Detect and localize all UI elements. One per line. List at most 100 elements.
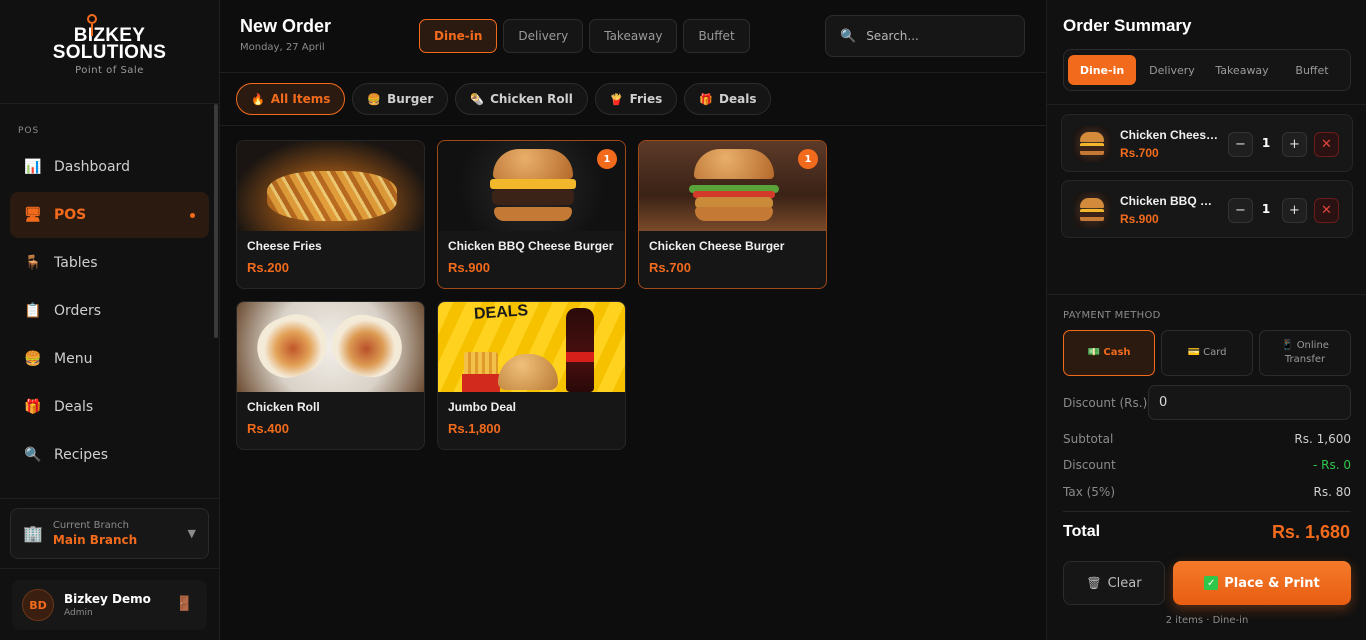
payment-card-button[interactable]: 💳 Card: [1161, 330, 1253, 376]
chevron-down-icon: ▼: [187, 527, 196, 540]
tax-value: Rs. 80: [1313, 485, 1352, 499]
place-and-print-button[interactable]: ✓ Place & Print: [1173, 561, 1351, 605]
product-price: Rs.400: [247, 421, 289, 436]
sidebar-scrollbar[interactable]: [214, 104, 218, 338]
burger-icon: 🍔: [24, 351, 42, 367]
trash-icon: 🗑: [1086, 576, 1102, 590]
product-image: DEALS: [438, 302, 625, 392]
sidebar: BIZKEY SOLUTIONS Point of Sale POS 📊 Das…: [0, 0, 220, 640]
category-fries[interactable]: 🍟 Fries: [594, 83, 678, 115]
tab-delivery[interactable]: Delivery: [503, 19, 584, 53]
sidebar-item-dashboard[interactable]: 📊 Dashboard: [10, 144, 209, 190]
search-input[interactable]: [866, 29, 1007, 43]
tab-dine-in[interactable]: Dine-in: [1068, 55, 1136, 85]
tab-buffet[interactable]: Buffet: [683, 19, 750, 53]
divider: [1047, 104, 1366, 105]
sidebar-item-label: POS: [54, 207, 87, 223]
product-name: Jumbo Deal: [448, 400, 517, 414]
product-image: [237, 302, 424, 392]
logo-wordmark: BIZKEY SOLUTIONS: [53, 14, 167, 62]
avatar: BD: [22, 589, 54, 621]
payment-method-label: PAYMENT METHOD: [1063, 310, 1161, 321]
tab-dine-in[interactable]: Dine-in: [419, 19, 498, 53]
category-chicken-roll[interactable]: 🌯 Chicken Roll: [455, 83, 588, 115]
nav-section-label: POS: [18, 126, 40, 136]
order-item-quantity: 1: [1261, 136, 1271, 150]
branch-value: Main Branch: [52, 533, 138, 547]
discount-input[interactable]: [1148, 385, 1351, 420]
product-card[interactable]: 1 Chicken Cheese Burger Rs.700: [638, 140, 827, 289]
remove-item-button[interactable]: ✕: [1314, 198, 1339, 223]
product-price: Rs.700: [649, 260, 691, 275]
remove-item-button[interactable]: ✕: [1314, 132, 1339, 157]
subtotal-row: Subtotal Rs. 1,600: [1063, 432, 1351, 446]
product-card[interactable]: 1 Chicken BBQ Cheese Burger Rs.900: [437, 140, 626, 289]
order-item-thumbnail: [1074, 192, 1110, 228]
tab-delivery[interactable]: Delivery: [1138, 55, 1206, 85]
payment-cash-button[interactable]: 💵 Cash: [1063, 330, 1155, 376]
sidebar-item-deals[interactable]: 🎁 Deals: [10, 384, 209, 430]
product-card[interactable]: Cheese Fries Rs.200: [236, 140, 425, 289]
search-icon: 🔍: [840, 28, 857, 44]
main-panel: New Order Monday, 27 April Dine-in Deliv…: [220, 0, 1046, 640]
order-item-name: Chicken BBQ Cheese Burger: [1120, 194, 1220, 208]
brand-logo: BIZKEY SOLUTIONS Point of Sale: [0, 0, 219, 104]
quantity-badge: 1: [597, 149, 617, 169]
clear-button[interactable]: 🗑 Clear: [1063, 561, 1165, 605]
sidebar-item-label: Menu: [54, 351, 93, 367]
increase-quantity-button[interactable]: +: [1282, 198, 1307, 223]
payment-online-transfer-button[interactable]: 📱 Online Transfer: [1259, 330, 1351, 376]
summary-title: Order Summary: [1063, 16, 1192, 35]
decrease-quantity-button[interactable]: −: [1228, 132, 1253, 157]
fire-icon: 🔥: [251, 92, 265, 106]
tax-label: Tax (5%): [1063, 485, 1116, 499]
branch-selector[interactable]: 🏢 Current Branch Main Branch ▼: [10, 508, 209, 559]
burger-icon: 🍔: [367, 92, 382, 106]
active-dot: [190, 213, 195, 218]
decrease-quantity-button[interactable]: −: [1228, 198, 1253, 223]
user-section: BD Bizkey Demo Admin 🚪: [0, 568, 219, 630]
product-price: Rs.200: [247, 260, 289, 275]
sidebar-item-menu[interactable]: 🍔 Menu: [10, 336, 209, 382]
tab-takeaway[interactable]: Takeaway: [1208, 55, 1276, 85]
check-icon: ✓: [1204, 576, 1219, 590]
discount-line-value: - Rs. 0: [1313, 458, 1351, 472]
subtotal-value: Rs. 1,600: [1294, 432, 1351, 446]
sidebar-item-recipes[interactable]: 🔍 Recipes: [10, 432, 209, 478]
building-icon: 🏢: [23, 524, 43, 543]
order-item-name: Chicken Cheese Burger: [1120, 128, 1220, 142]
tab-buffet[interactable]: Buffet: [1278, 55, 1346, 85]
category-deals[interactable]: 🎁 Deals: [684, 83, 772, 115]
sidebar-item-label: Deals: [54, 399, 94, 415]
sidebar-nav: 📊 Dashboard 🖥 POS 🪑 Tables 📋 Orders 🍔 Me…: [0, 136, 219, 506]
product-card[interactable]: Chicken Roll Rs.400: [236, 301, 425, 450]
category-burger[interactable]: 🍔 Burger: [352, 83, 449, 115]
order-items-list: Chicken Cheese Burger Rs.700 − 1 + ✕ Chi…: [1061, 114, 1353, 246]
sidebar-item-tables[interactable]: 🪑 Tables: [10, 240, 209, 286]
discount-label: Discount (Rs.): [1063, 396, 1148, 410]
chart-icon: 📊: [24, 159, 42, 175]
order-item-quantity: 1: [1261, 202, 1271, 216]
tab-takeaway[interactable]: Takeaway: [589, 19, 678, 53]
logout-icon[interactable]: 🚪: [176, 596, 193, 612]
quantity-badge: 1: [798, 149, 818, 169]
sidebar-item-pos[interactable]: 🖥 POS: [10, 192, 209, 238]
product-price: Rs.1,800: [448, 421, 501, 436]
monitor-icon: 🖥: [24, 207, 42, 223]
discount-line-label: Discount: [1063, 458, 1116, 472]
product-image: [237, 141, 424, 231]
sidebar-item-label: Tables: [54, 255, 98, 271]
increase-quantity-button[interactable]: +: [1282, 132, 1307, 157]
product-card[interactable]: DEALS Jumbo Deal Rs.1,800: [437, 301, 626, 450]
order-item-price: Rs.900: [1120, 212, 1159, 226]
tax-row: Tax (5%) Rs. 80: [1063, 485, 1351, 499]
order-summary: Order Summary Dine-in Delivery Takeaway …: [1046, 0, 1366, 640]
product-name: Chicken Cheese Burger: [649, 239, 785, 253]
total-value: Rs. 1,680: [1271, 522, 1350, 542]
category-all-items[interactable]: 🔥 All Items: [236, 83, 346, 115]
sidebar-item-orders[interactable]: 📋 Orders: [10, 288, 209, 334]
deals-image-text: DEALS: [473, 302, 529, 323]
order-item: Chicken BBQ Cheese Burger Rs.900 − 1 + ✕: [1061, 180, 1353, 238]
gift-icon: 🎁: [699, 92, 714, 106]
user-name: Bizkey Demo: [64, 592, 151, 606]
